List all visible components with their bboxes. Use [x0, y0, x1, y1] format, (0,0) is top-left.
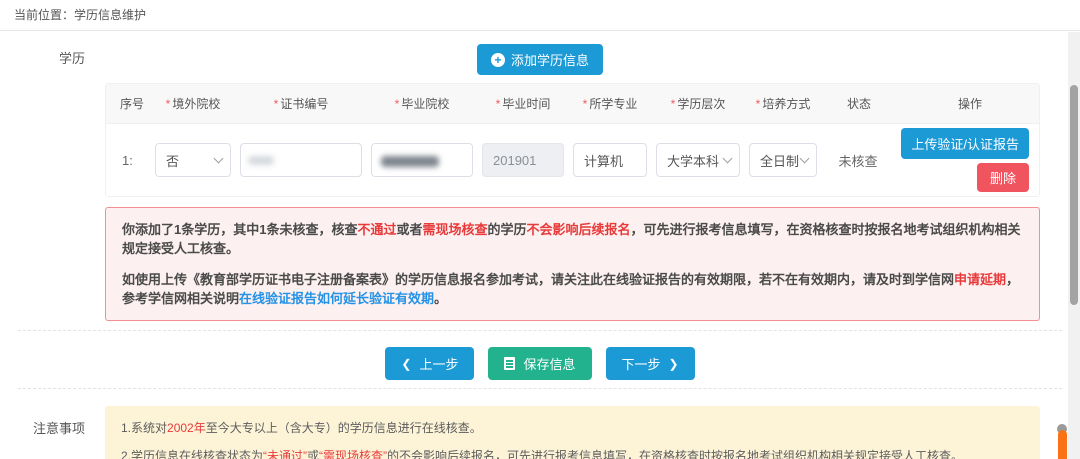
school-field-wrap [371, 143, 473, 177]
warning-paragraph-1: 你添加了1条学历，其中1条未核查，核查不通过或者需现场核查的学历不会影响后续报名… [122, 220, 1023, 258]
previous-step-button[interactable]: ❮ 上一步 [385, 347, 475, 380]
col-header-cert-no: * 证书编号 [273, 97, 329, 111]
chevron-down-icon [799, 153, 810, 164]
text-segment: 需现场核查 [422, 222, 488, 237]
upload-report-button[interactable]: 上传验证/认证报告 [901, 128, 1029, 159]
col-header-mode: * 培养方式 [755, 97, 811, 111]
chevron-right-icon: ❯ [668, 356, 679, 371]
notes-box: 1.系统对2002年至今大专以上（含大专）的学历信息进行在线核查。 2.学历信息… [105, 406, 1040, 459]
education-section-header: 学历 + 添加学历信息 [0, 31, 1080, 83]
save-file-icon [504, 357, 516, 370]
add-education-button[interactable]: + 添加学历信息 [476, 44, 604, 75]
delete-row-button[interactable]: 删除 [976, 163, 1029, 192]
level-select-value: 大学本科 [667, 153, 720, 169]
chevron-down-icon [722, 153, 733, 164]
next-step-label: 下一步 [621, 357, 661, 372]
add-education-label: 添加学历信息 [510, 53, 590, 68]
plus-circle-icon: + [490, 52, 505, 67]
overseas-select-value: 否 [166, 153, 180, 169]
save-info-label: 保存信息 [523, 357, 576, 372]
chevron-left-icon: ❮ [401, 356, 412, 371]
text-segment: 的不会影响后续报名，可先进行报考信息填写，在资格核查时按报名地考试组织机构相关规… [387, 449, 964, 459]
next-step-button[interactable]: 下一步 ❯ [605, 347, 695, 380]
major-input[interactable] [573, 143, 647, 177]
divider [18, 388, 1062, 389]
text-segment: “需现场核查” [319, 449, 388, 459]
education-section-label: 学历 [58, 51, 85, 66]
status-text: 未核查 [838, 153, 878, 169]
text-segment: 或者 [396, 222, 423, 237]
text-segment: 如使用上传《教育部学历证书电子注册备案表》的学历信息报名参加考试，请关注此在线验… [122, 272, 955, 287]
scrollbar-track[interactable] [1057, 32, 1080, 459]
scrollbar-thumb[interactable] [1070, 85, 1078, 305]
chevron-down-icon [213, 153, 224, 164]
mode-select[interactable]: 全日制 [749, 143, 817, 177]
redacted-blur [381, 156, 439, 167]
grad-time-input [482, 143, 564, 177]
notes-section: 注意事项 1.系统对2002年至今大专以上（含大专）的学历信息进行在线核查。 2… [0, 406, 1080, 459]
redacted-blur [248, 156, 274, 165]
mode-select-value: 全日制 [760, 153, 800, 169]
col-header-level: * 学历层次 [670, 97, 726, 111]
verification-warning-box: 你添加了1条学历，其中1条未核查，核查不通过或者需现场核查的学历不会影响后续报名… [105, 207, 1040, 321]
text-segment: 。 [434, 291, 448, 306]
text-segment: 你添加了1条学历，其中1条未核查，核查 [122, 222, 358, 237]
text-segment: 不会影响后续报名 [526, 222, 631, 237]
col-header-status: 状态 [846, 97, 871, 111]
text-segment: 不通过 [357, 222, 397, 237]
text-segment: “未通过” [263, 449, 308, 459]
text-segment: 或 [307, 449, 320, 459]
handle-bar-icon [1058, 430, 1067, 459]
col-header-school: * 毕业院校 [394, 97, 450, 111]
text-segment: 的学历 [487, 222, 527, 237]
note-item-2: 2.学历信息在线核查状态为“未通过”或“需现场核查”的不会影响后续报名，可先进行… [121, 448, 1024, 459]
col-header-index: 序号 [119, 97, 144, 111]
col-header-operation: 操作 [957, 97, 982, 111]
notes-section-label: 注意事项 [32, 421, 85, 436]
major-field-wrap [573, 143, 647, 177]
col-header-major: * 所学专业 [582, 97, 638, 111]
text-segment: 申请延期 [954, 272, 1007, 287]
save-info-button[interactable]: 保存信息 [488, 347, 592, 380]
divider [18, 330, 1062, 331]
inline-link[interactable]: 在线验证报告如何延长验证有效期 [239, 291, 434, 306]
grad-time-field-wrap [482, 143, 564, 177]
col-header-overseas: * 境外院校 [165, 97, 221, 111]
breadcrumb: 当前位置：学历信息维护 [0, 0, 1080, 31]
overseas-select[interactable]: 否 [155, 143, 231, 177]
text-segment: 2002年 [167, 421, 206, 435]
floating-handle[interactable] [1057, 424, 1067, 459]
step-actions: ❮ 上一步 保存信息 下一步 ❯ [0, 347, 1080, 380]
row-operations: 上传验证/认证报告 删除 [899, 128, 1031, 192]
education-maintenance-page: 学历 + 添加学历信息 序号 * 境外院校 * 证书编号 * 毕业院校 * 毕业时间 *… [0, 31, 1080, 459]
education-table-header: 序号 * 境外院校 * 证书编号 * 毕业院校 * 毕业时间 * 所学专业 * 学历层次 *… [106, 84, 1039, 124]
previous-step-label: 上一步 [419, 357, 459, 372]
row-index: 1: [122, 152, 133, 168]
text-segment: 2.学历信息在线核查状态为 [121, 449, 264, 459]
level-select[interactable]: 大学本科 [656, 143, 740, 177]
warning-paragraph-2: 如使用上传《教育部学历证书电子注册备案表》的学历信息报名参加考试，请关注此在线验… [122, 270, 1023, 308]
note-item-1: 1.系统对2002年至今大专以上（含大专）的学历信息进行在线核查。 [121, 420, 1024, 436]
education-table-row: 1: 否 大学本科 全日制 [106, 124, 1039, 196]
text-segment: 1.系统对 [121, 421, 168, 435]
cert-no-field-wrap [240, 143, 362, 177]
col-header-grad-time: * 毕业时间 [495, 97, 551, 111]
breadcrumb-label: 当前位置：学历信息维护 [14, 8, 147, 22]
education-table: 序号 * 境外院校 * 证书编号 * 毕业院校 * 毕业时间 * 所学专业 * 学历层次 *… [105, 83, 1040, 197]
text-segment: 至今大专以上（含大专）的学历信息进行在线核查。 [205, 421, 482, 435]
